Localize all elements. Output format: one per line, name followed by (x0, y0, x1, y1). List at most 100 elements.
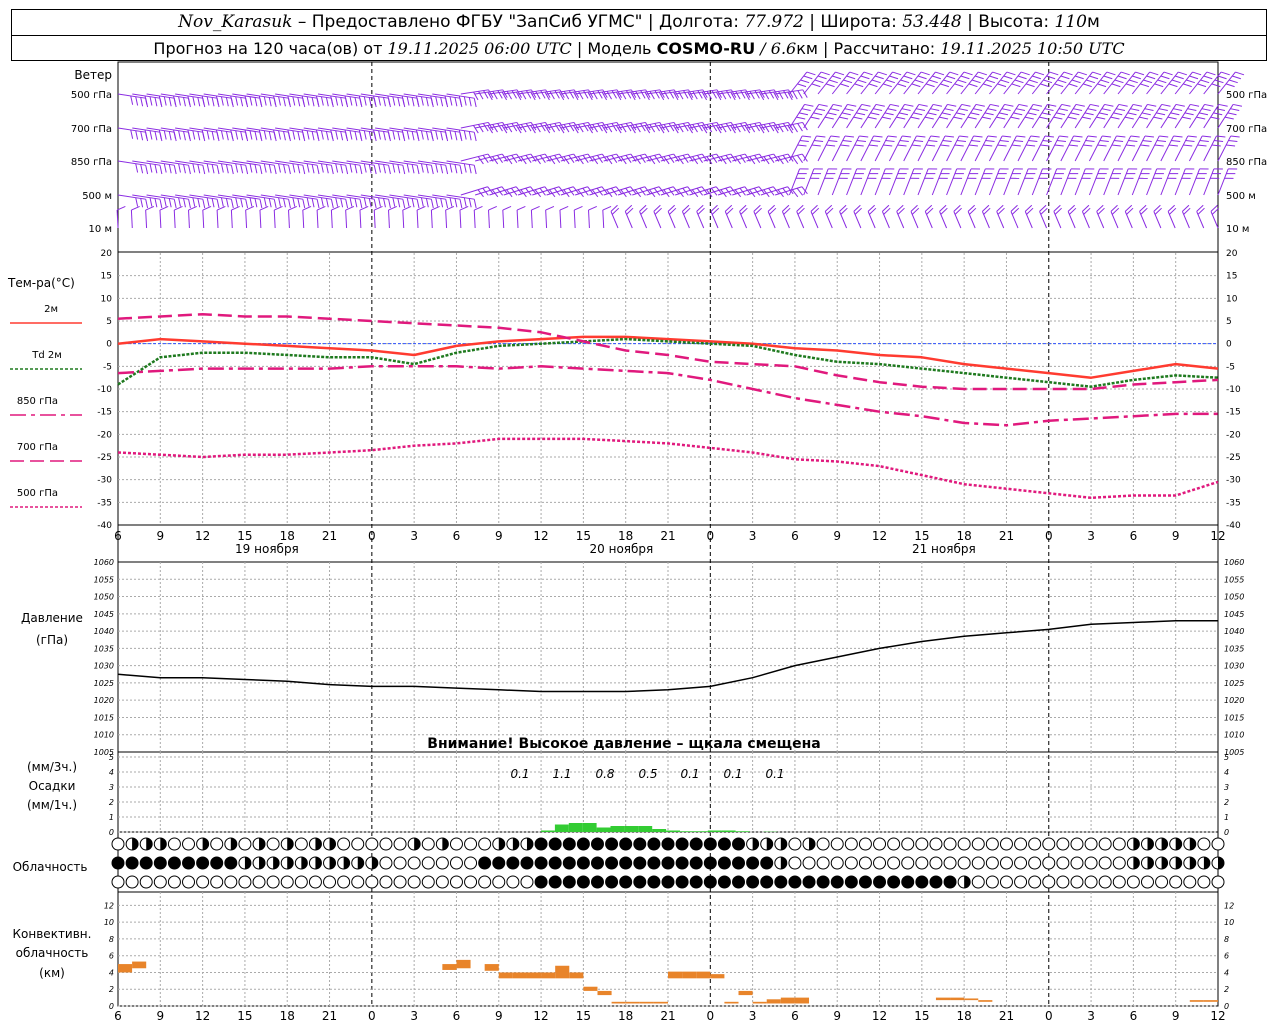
wind-barb-feather (197, 97, 201, 107)
wind-barb-feather (1053, 116, 1063, 120)
wind-barb-feather (1001, 108, 1011, 112)
x-tick-label: 18 (280, 529, 295, 543)
wind-barb-feather (259, 165, 263, 175)
wind-barb-staff (417, 194, 446, 200)
wind-barb-feather (1002, 135, 1012, 138)
cloud-cover-circle (971, 856, 985, 870)
wind-barb-feather (887, 135, 897, 138)
wind-barb-staff (403, 194, 432, 200)
wind-barb-feather (1118, 103, 1128, 107)
x-tick-label: 3 (749, 529, 757, 543)
cloud-cover-circle (901, 856, 915, 870)
wind-barb-feather (668, 123, 675, 132)
wind-barb-feather (154, 198, 158, 208)
cloud-cover-circle (887, 875, 901, 889)
cloud-cover-circle (111, 875, 125, 889)
wind-barb-feather (263, 163, 267, 173)
wind-barb-feather (882, 83, 892, 88)
wind-barb-feather (549, 124, 556, 133)
wind-barb-feather (292, 96, 296, 106)
cloud-cover-circle (337, 875, 351, 889)
cloud-half-fill (414, 838, 421, 850)
wind-barb-feather (1167, 116, 1177, 120)
wind-barb-staff (888, 135, 903, 162)
convective-bar (526, 972, 542, 979)
wind-barb-feather (197, 164, 201, 174)
cloud-half-fill (809, 838, 816, 850)
wind-barb-staff (1131, 135, 1146, 162)
wind-barb-feather (349, 130, 353, 140)
wind-barb-feather (1117, 75, 1127, 80)
wind-barb-staff (216, 209, 219, 229)
wind-barb-feather (149, 163, 153, 173)
wind-barb-feather (597, 123, 603, 132)
pressure-axis-unit: (гПа) (36, 633, 68, 647)
wind-barb-feather (920, 71, 930, 76)
cloud-cover-circle (576, 875, 590, 889)
wind-barb-feather (577, 124, 584, 133)
wind-barb-feather (468, 164, 472, 174)
wind-barb-staff (203, 127, 232, 133)
wind-barb-staff (173, 209, 176, 229)
cloud-half-fill (780, 857, 787, 869)
temp-axis-title: Тем-ра(°C) (7, 276, 75, 290)
wind-barb-feather (159, 199, 163, 209)
wind-barb-feather (558, 125, 565, 134)
wind-barb-feather (860, 75, 870, 80)
wind-barb-feather (1046, 75, 1056, 80)
wind-barb-feather (645, 122, 651, 131)
wind-barb-feather (1096, 116, 1106, 120)
cloud-cover-circle (619, 837, 633, 851)
cloud-cover-circle (323, 875, 337, 889)
pressure-ytick-left: 1035 (94, 644, 114, 653)
wind-barb-staff (260, 127, 289, 133)
cloud-cover-circle (647, 856, 661, 870)
wind-barb-feather (958, 108, 968, 112)
wind-barb-staff (846, 135, 860, 162)
cloud-cover-circle (1070, 837, 1084, 851)
cloud-cover-circle (139, 875, 153, 889)
wind-barb-feather (973, 135, 983, 138)
wind-barb-feather (1154, 144, 1164, 147)
wind-barb-staff (931, 71, 951, 95)
wind-barb-feather (173, 199, 177, 209)
cloud-cover-circle (182, 856, 196, 870)
cloud-half-fill (160, 838, 167, 850)
convective-bar (724, 1001, 739, 1004)
wind-barb-feather (953, 116, 963, 120)
wind-barb-staff (924, 211, 933, 229)
wind-barb-staff (245, 209, 248, 229)
wind-barb-feather (430, 165, 434, 175)
cloud-cover-circle (266, 875, 280, 889)
wind-barb-feather (944, 108, 954, 112)
wind-barb-feather (297, 164, 301, 174)
wind-barb-feather (240, 97, 244, 107)
wind-barb-feather (867, 116, 877, 120)
wind-barb-feather (1141, 112, 1151, 116)
wind-barb-feather (1044, 108, 1054, 112)
precip-bar (582, 823, 597, 832)
x-tick-label: 15 (914, 529, 929, 543)
wind-barb-feather (1006, 71, 1016, 76)
pressure-ytick-left: 1060 (94, 558, 114, 567)
wind-barb-feather (473, 98, 477, 108)
cloud-cover-circle (534, 856, 548, 870)
wind-barb-staff (1031, 135, 1046, 162)
wind-barb-feather (818, 103, 828, 107)
convective-bar (569, 972, 584, 979)
wind-barb-feather (1168, 83, 1178, 88)
cloud-cover-circle (633, 837, 647, 851)
wind-barb-staff (189, 93, 218, 99)
x-tick-label-bottom: 12 (195, 1009, 210, 1023)
wind-barb-staff (1088, 135, 1103, 162)
cloud-cover-circle (125, 856, 139, 870)
wind-barb-feather (135, 96, 139, 106)
wind-barb-feather (183, 131, 186, 141)
wind-barb-feather (392, 197, 396, 207)
wind-barb-feather (131, 205, 140, 211)
cloud-cover-circle (816, 837, 830, 851)
wind-barb-staff (860, 168, 872, 196)
pressure-ytick-left: 1050 (94, 593, 114, 602)
wind-barb-staff (824, 211, 833, 229)
wind-barb-staff (217, 160, 246, 166)
